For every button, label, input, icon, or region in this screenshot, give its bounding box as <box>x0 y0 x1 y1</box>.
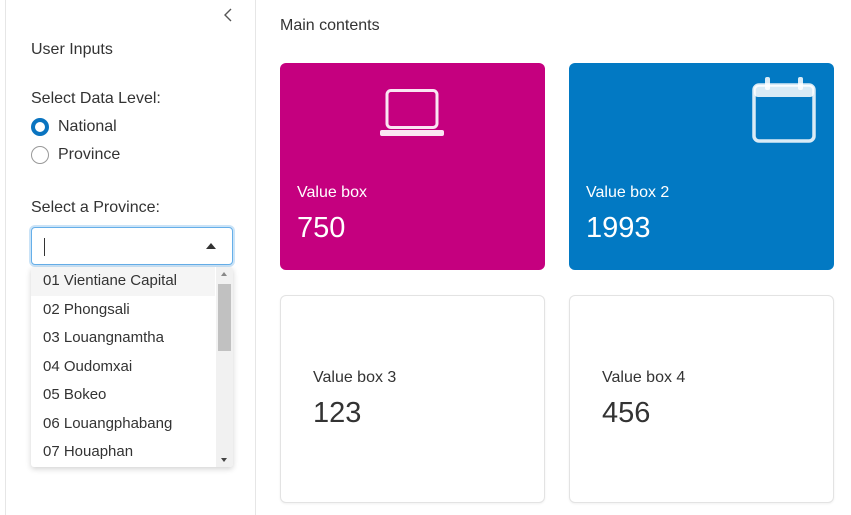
province-option[interactable]: 07 Houaphan <box>31 438 215 467</box>
province-select-label: Select a Province: <box>31 199 160 216</box>
scroll-down-arrow-icon[interactable] <box>221 458 227 462</box>
radio-province[interactable]: Province <box>31 146 120 164</box>
scroll-up-arrow-icon[interactable] <box>221 272 227 276</box>
value-box-4: Value box 4 456 <box>569 295 834 503</box>
province-option[interactable]: 03 Louangnamtha <box>31 324 215 353</box>
radio-province-indicator[interactable] <box>31 146 49 164</box>
province-select-input[interactable] <box>31 227 233 265</box>
value-box-title: Value box 3 <box>313 369 397 386</box>
text-cursor <box>44 238 45 256</box>
dropdown-scrollbar[interactable] <box>216 267 233 467</box>
province-option[interactable]: 05 Bokeo <box>31 381 215 410</box>
dropdown-arrow-up-icon[interactable] <box>206 243 216 249</box>
province-option[interactable]: 01 Vientiane Capital <box>31 267 215 296</box>
laptop-icon <box>380 89 444 142</box>
province-option[interactable]: 02 Phongsali <box>31 296 215 325</box>
data-level-label: Select Data Level: <box>31 90 161 107</box>
sidebar: User Inputs Select Data Level: National … <box>5 0 256 515</box>
value-box-title: Value box 4 <box>602 369 686 386</box>
chevron-left-icon <box>224 8 232 22</box>
scrollbar-thumb[interactable] <box>218 284 231 351</box>
value-box-value: 456 <box>602 397 651 429</box>
main-title: Main contents <box>280 17 380 34</box>
value-box-value: 1993 <box>586 212 651 244</box>
sidebar-collapse-button[interactable] <box>218 4 240 26</box>
province-option[interactable]: 04 Oudomxai <box>31 353 215 382</box>
province-option[interactable]: 06 Louangphabang <box>31 410 215 439</box>
value-box-title: Value box <box>297 184 367 201</box>
value-box-1: Value box 750 <box>280 63 545 270</box>
sidebar-title: User Inputs <box>31 41 113 58</box>
province-dropdown-list: 01 Vientiane Capital 02 Phongsali 03 Lou… <box>31 267 233 467</box>
value-box-value: 750 <box>297 212 346 244</box>
radio-national-indicator[interactable] <box>31 118 49 136</box>
radio-national[interactable]: National <box>31 118 117 136</box>
value-box-2: Value box 2 1993 <box>569 63 834 270</box>
value-box-value: 123 <box>313 397 362 429</box>
radio-province-label: Province <box>58 146 121 163</box>
value-box-title: Value box 2 <box>586 184 670 201</box>
value-box-3: Value box 3 123 <box>280 295 545 503</box>
calendar-icon <box>752 77 818 148</box>
radio-national-label: National <box>58 118 117 135</box>
